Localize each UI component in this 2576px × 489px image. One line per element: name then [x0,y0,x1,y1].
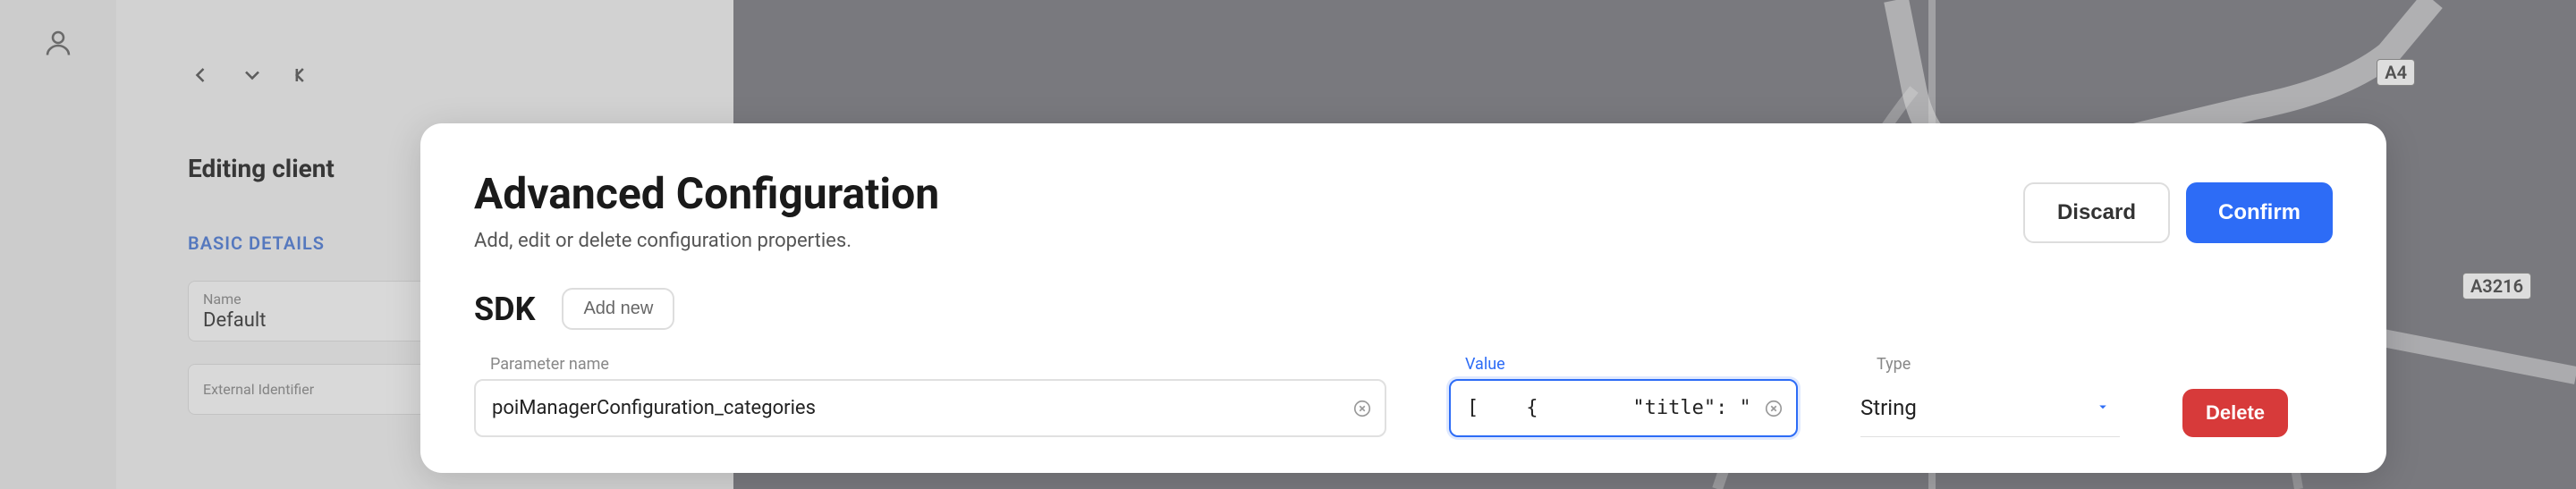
value-label: Value [1449,355,1798,374]
sdk-section-title: SDK [474,291,535,328]
confirm-button[interactable]: Confirm [2186,182,2333,243]
parameter-name-input[interactable] [474,379,1386,437]
modal-subtitle: Add, edit or delete configuration proper… [474,230,939,252]
value-input[interactable] [1449,379,1798,437]
collapse-sidebar-icon[interactable] [292,63,388,91]
clear-parameter-icon[interactable] [1351,397,1374,420]
delete-button[interactable]: Delete [2182,389,2288,437]
clear-value-icon[interactable] [1762,397,1785,420]
user-icon[interactable] [42,27,74,489]
down-chevron-icon[interactable] [240,63,265,91]
road-label-a4: A4 [2377,59,2415,86]
dropdown-arrow-icon [2095,399,2111,418]
advanced-configuration-modal: Advanced Configuration Add, edit or dele… [420,123,2386,473]
type-label: Type [1860,355,2120,374]
discard-button[interactable]: Discard [2023,182,2170,243]
type-select[interactable]: String [1860,379,2120,437]
back-chevron-icon[interactable] [188,63,213,91]
modal-title: Advanced Configuration [474,168,939,219]
parameter-name-label: Parameter name [474,355,1386,374]
type-select-value: String [1860,379,2120,437]
add-new-button[interactable]: Add new [562,288,674,330]
road-label-a3216: A3216 [2462,273,2531,299]
